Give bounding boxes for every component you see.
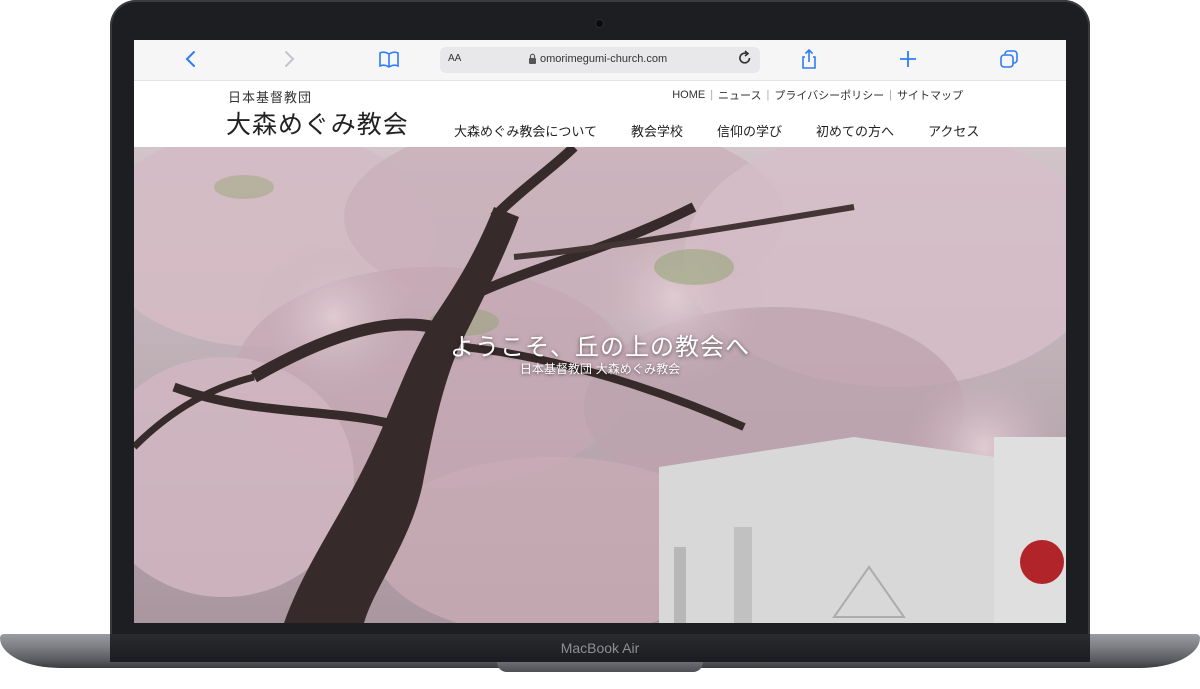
hero-headline: ようこそ、丘の上の教会へ bbox=[450, 333, 750, 361]
plus-icon[interactable] bbox=[897, 48, 919, 70]
nav-about[interactable]: 大森めぐみ教会について bbox=[454, 121, 597, 140]
url-text[interactable]: omorimegumi-church.com bbox=[540, 53, 667, 65]
util-nav-news[interactable]: ニュース bbox=[713, 87, 766, 103]
nav-first-visit[interactable]: 初めての方へ bbox=[816, 121, 894, 140]
util-nav-sitemap[interactable]: サイトマップ bbox=[892, 87, 968, 103]
address-bar[interactable]: AA omorimegumi-church.com bbox=[440, 47, 760, 73]
book-icon[interactable] bbox=[378, 48, 400, 70]
nav-church-school[interactable]: 教会学校 bbox=[631, 121, 683, 140]
site-logo-title[interactable]: 大森めぐみ教会 bbox=[226, 105, 409, 141]
hero-subheadline: 日本基督教団 大森めぐみ教会 bbox=[519, 362, 681, 376]
laptop-screen: AA omorimegumi-church.com 日本基督教団 大森めぐみ教会… bbox=[134, 40, 1066, 623]
browser-toolbar: AA omorimegumi-church.com bbox=[134, 40, 1066, 81]
text-size-button[interactable]: AA bbox=[448, 53, 461, 64]
utility-nav: HOME | ニュース | プライバシーポリシー | サイトマップ bbox=[667, 87, 968, 103]
nav-access[interactable]: アクセス bbox=[928, 121, 979, 140]
device-label: MacBook Air bbox=[560, 640, 640, 656]
chevron-left-icon[interactable] bbox=[180, 48, 202, 70]
cherry-blossom-photo bbox=[134, 147, 1066, 623]
trackpad-notch bbox=[497, 662, 703, 672]
util-nav-home[interactable]: HOME bbox=[667, 89, 710, 101]
main-nav: 大森めぐみ教会について 教会学校 信仰の学び 初めての方へ アクセス bbox=[454, 121, 1013, 140]
share-icon[interactable] bbox=[798, 48, 820, 70]
chevron-right-icon[interactable] bbox=[278, 48, 300, 70]
lock-icon bbox=[528, 53, 537, 67]
camera-icon bbox=[596, 20, 603, 27]
reload-icon[interactable] bbox=[738, 50, 752, 70]
util-nav-privacy[interactable]: プライバシーポリシー bbox=[769, 87, 889, 103]
hero-image: ようこそ、丘の上の教会へ 日本基督教団 大森めぐみ教会 bbox=[134, 147, 1066, 623]
nav-faith-study[interactable]: 信仰の学び bbox=[717, 121, 782, 140]
site-header: 日本基督教団 大森めぐみ教会 HOME | ニュース | プライバシーポリシー … bbox=[134, 81, 1066, 147]
tabs-icon[interactable] bbox=[998, 48, 1020, 70]
org-name: 日本基督教団 bbox=[228, 91, 313, 106]
